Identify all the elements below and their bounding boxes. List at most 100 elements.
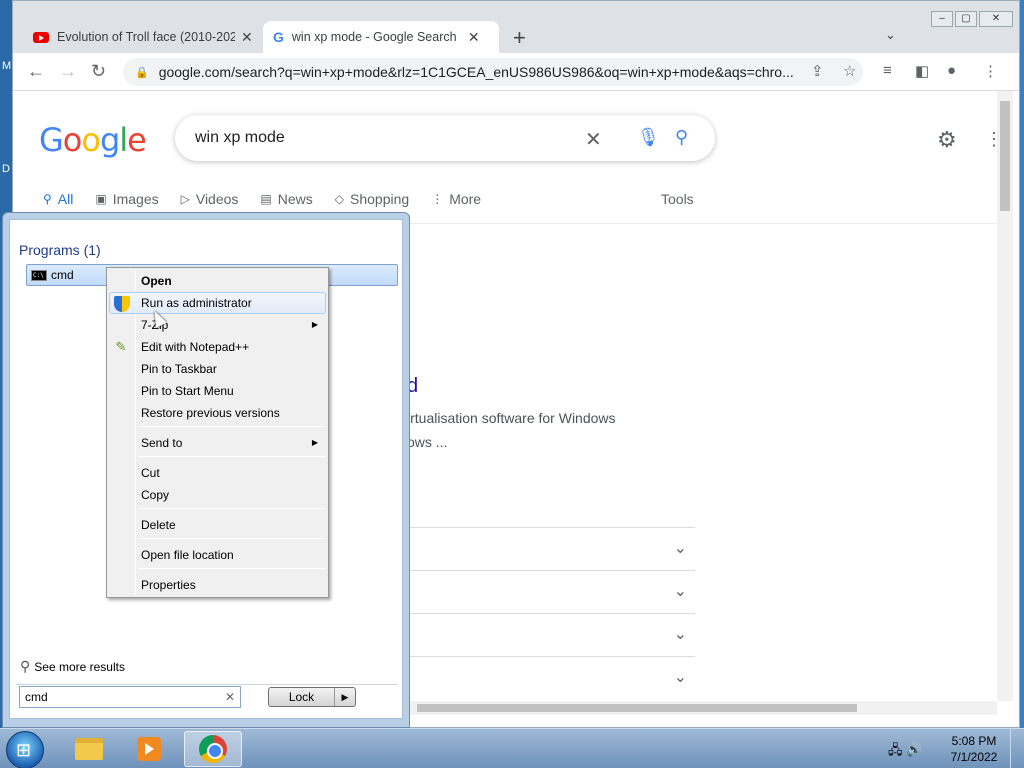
menu-item-label: Copy xyxy=(141,488,170,502)
people-also-ask-row[interactable]: ⌄ xyxy=(407,570,695,613)
start-search-input[interactable]: cmd ✕ xyxy=(19,686,241,708)
program-label: cmd xyxy=(51,268,74,282)
menu-item-properties[interactable]: Properties xyxy=(109,574,326,596)
tools-link[interactable]: Tools xyxy=(661,191,694,207)
logo-letter: l xyxy=(119,121,128,159)
menu-item-send-to[interactable]: Send to ▶ xyxy=(109,432,326,454)
search-icon[interactable]: ⚲ xyxy=(675,127,688,148)
tab-more[interactable]: ⋮ More xyxy=(431,191,481,207)
clock[interactable]: 5:08 PM 7/1/2022 xyxy=(944,733,1004,765)
google-search-box[interactable]: win xp mode ✕ 🎙 ⚲ xyxy=(175,115,715,161)
menu-item-cut[interactable]: Cut xyxy=(109,462,326,484)
tab-images[interactable]: ▣ Images xyxy=(95,191,158,207)
taskbar-media-player-button[interactable] xyxy=(120,731,178,767)
menu-item-delete[interactable]: Delete xyxy=(109,514,326,536)
menu-item-restore-previous-versions[interactable]: Restore previous versions xyxy=(109,402,326,424)
minimize-button[interactable]: – xyxy=(931,11,953,27)
close-tab-icon[interactable]: ✕ xyxy=(241,29,253,46)
vertical-scrollbar[interactable] xyxy=(997,91,1013,701)
close-tab-icon[interactable]: ✕ xyxy=(468,29,480,46)
close-window-button[interactable]: ✕ xyxy=(979,11,1013,27)
network-icon[interactable]: 🖧 xyxy=(888,742,903,757)
new-tab-button[interactable]: + xyxy=(513,25,526,51)
search-value: cmd xyxy=(25,690,48,704)
more-vert-icon: ⋮ xyxy=(431,192,444,206)
chevron-down-icon: ⌄ xyxy=(673,626,687,643)
logo-letter: G xyxy=(39,121,64,159)
clear-search-icon[interactable]: ✕ xyxy=(585,127,602,152)
menu-item-open-file-location[interactable]: Open file location xyxy=(109,544,326,566)
taskbar-chrome-button[interactable] xyxy=(184,731,242,767)
maximize-button[interactable]: ▢ xyxy=(955,11,977,27)
forward-arrow-icon[interactable]: → xyxy=(59,61,77,82)
settings-gear-icon[interactable]: ⚙ xyxy=(937,127,957,153)
power-options-arrow-icon[interactable]: ▶ xyxy=(335,688,355,706)
taskbar-explorer-button[interactable] xyxy=(60,731,118,767)
menu-item-pin-to-start-menu[interactable]: Pin to Start Menu xyxy=(109,380,326,402)
snippet-line: ows ... xyxy=(407,434,448,450)
menu-item-label: Open file location xyxy=(141,548,234,562)
see-more-results-link[interactable]: ⚲ See more results xyxy=(20,658,125,675)
tag-icon: ◇ xyxy=(334,192,345,206)
media-player-icon xyxy=(137,737,161,761)
side-panel-icon[interactable]: ◧ xyxy=(915,62,929,80)
google-logo[interactable]: Google xyxy=(39,121,147,159)
horizontal-scrollbar[interactable] xyxy=(407,701,997,715)
clock-time: 5:08 PM xyxy=(951,734,997,748)
tab-videos[interactable]: ▷ Videos xyxy=(181,191,239,207)
chevron-down-icon: ⌄ xyxy=(673,583,687,600)
tab-troll-face[interactable]: Evolution of Troll face (2010-2022) ✕ xyxy=(23,21,263,53)
volume-icon[interactable]: 🔊 xyxy=(906,742,922,757)
tab-label: Images xyxy=(112,191,159,207)
search-tabs: ⚲ All ▣ Images ▷ Videos ▤ News ◇ Shopping ⋮ More xyxy=(43,191,503,207)
menu-item-open[interactable]: Open xyxy=(109,270,326,292)
menu-item-pin-to-taskbar[interactable]: Pin to Taskbar xyxy=(109,358,326,380)
show-desktop-button[interactable] xyxy=(1010,729,1024,768)
scroll-thumb[interactable] xyxy=(417,704,857,712)
tab-news[interactable]: ▤ News xyxy=(260,191,312,207)
menu-item-edit-with-notepad-[interactable]: ✎ Edit with Notepad++ xyxy=(109,336,326,358)
bookmark-star-icon[interactable]: ☆ xyxy=(843,62,856,80)
tab-shopping[interactable]: ◇ Shopping xyxy=(335,191,409,207)
system-tray: 🖧 🔊 xyxy=(888,741,922,763)
image-icon: ▣ xyxy=(95,192,107,206)
menu-item-copy[interactable]: Copy xyxy=(109,484,326,506)
tab-search-button[interactable]: ⌄ xyxy=(885,27,896,43)
menu-separator xyxy=(139,508,325,509)
lock-button[interactable]: Lock ▶ xyxy=(268,687,356,707)
reload-icon[interactable]: ↻ xyxy=(91,61,106,82)
context-menu: Open Run as administrator 7-Zip ▶ ✎ Edit with… xyxy=(106,267,329,598)
people-also-ask-row[interactable]: ⌄ xyxy=(407,613,695,656)
clear-search-icon[interactable]: ✕ xyxy=(225,687,235,707)
menu-item-label: Delete xyxy=(141,518,176,532)
back-arrow-icon[interactable]: ← xyxy=(27,61,45,82)
tab-all[interactable]: ⚲ All xyxy=(43,191,73,207)
magnifier-icon: ⚲ xyxy=(20,658,31,674)
menu-separator xyxy=(139,538,325,539)
people-also-ask-row[interactable]: ⌄ xyxy=(407,656,695,699)
tab-title: win xp mode - Google Search xyxy=(291,30,457,44)
tab-strip: Evolution of Troll face (2010-2022) ✕ G … xyxy=(13,1,1019,53)
apps-menu-icon[interactable]: ⋮ xyxy=(985,129,997,150)
address-bar[interactable]: 🔒 google.com/search?q=win+xp+mode&rlz=1C… xyxy=(123,58,863,86)
scroll-thumb[interactable] xyxy=(1000,101,1010,211)
google-icon: G xyxy=(273,29,284,45)
lock-icon: 🔒 xyxy=(135,66,149,79)
tab-label: News xyxy=(277,191,313,207)
chevron-down-icon: ⌄ xyxy=(673,669,687,686)
menu-item-label: Pin to Taskbar xyxy=(141,362,217,376)
menu-item-label: Run as administrator xyxy=(141,296,252,310)
lock-button-label[interactable]: Lock xyxy=(269,688,335,706)
profile-avatar-icon[interactable]: ● xyxy=(947,62,956,79)
menu-item-7-zip[interactable]: 7-Zip ▶ xyxy=(109,314,326,336)
tab-google-search[interactable]: G win xp mode - Google Search ✕ xyxy=(263,21,499,53)
menu-item-label: Edit with Notepad++ xyxy=(141,340,250,354)
snippet-line: irtualisation software for Windows xyxy=(407,410,616,426)
people-also-ask-row[interactable]: ⌄ xyxy=(407,527,695,570)
media-control-icon[interactable]: ≡ xyxy=(883,62,892,79)
chrome-menu-icon[interactable]: ⋮ xyxy=(983,62,998,80)
share-icon[interactable]: ⇪ xyxy=(811,62,824,80)
menu-item-run-as-administrator[interactable]: Run as administrator xyxy=(109,292,326,314)
start-button[interactable]: ⊞ xyxy=(6,731,44,768)
microphone-icon[interactable]: 🎙 xyxy=(637,127,660,148)
